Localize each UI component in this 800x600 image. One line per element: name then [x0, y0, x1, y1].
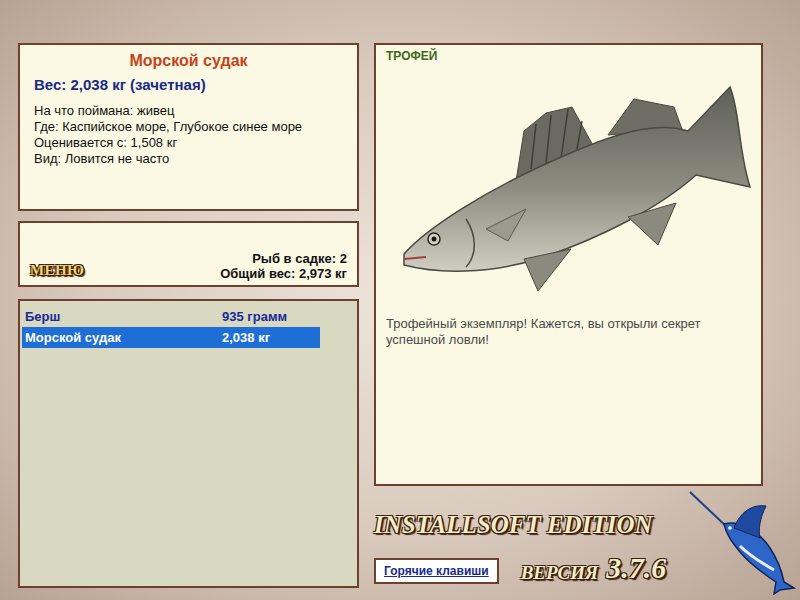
bottom-row: Горячие клавиши ВЕРСИЯ 3.7.6 [374, 552, 763, 584]
fish-image [396, 69, 756, 294]
fish-detail: Оценивается с: 1,508 кг [34, 135, 357, 151]
keepnet-count: Рыб в садке: 2 [220, 251, 347, 266]
catch-list-panel: Берш935 граммМорской судак2,038 кг [18, 299, 359, 588]
fish-info-panel: Морской судакВес: 2,038 кг (зачетная) На … [18, 43, 359, 211]
fish-weight: Вес: 2,038 кг (зачетная) [20, 74, 357, 97]
fish-detail: Где: Каспийское море, Глубокое синее мор… [34, 119, 357, 135]
fish-details: На что поймана: живецГде: Каспийское мор… [20, 103, 357, 167]
keepnet-total: Общий вес: 2,973 кг [220, 266, 347, 281]
catch-row[interactable]: Морской судак2,038 кг [22, 327, 320, 348]
fish-detail: Вид: Ловится не часто [34, 151, 357, 167]
fish-name: Морской судак [20, 49, 357, 73]
trophy-panel: ТРОФЕЙ Трофейный экземпляр! Кажется, вы о… [374, 43, 763, 486]
catch-row[interactable]: Берш935 грамм [22, 306, 320, 327]
edition-title: INSTALLSOFT EDITION [374, 510, 763, 540]
left-column: Морской судакВес: 2,038 кг (зачетная)На … [18, 43, 359, 600]
menu-button[interactable]: МЕНЮ [30, 259, 84, 282]
hotkeys-button[interactable]: Горячие клавиши [374, 558, 499, 584]
catch-name: Морской судак [22, 328, 222, 348]
trophy-message: Трофейный экземпляр! Кажется, вы открыли… [386, 316, 746, 348]
fish-detail: На что поймана: живец [34, 103, 357, 119]
trophy-badge: ТРОФЕЙ [386, 47, 751, 65]
catch-weight: 935 грамм [222, 307, 287, 327]
catch-screen: Морской судакВес: 2,038 кг (зачетная)На … [0, 0, 800, 600]
catch-name: Берш [22, 307, 222, 327]
version-label: ВЕРСИЯ [521, 562, 599, 584]
right-column: ТРОФЕЙ Трофейный экземпляр! Кажется, вы о… [374, 43, 763, 600]
marlin-logo-icon [688, 490, 796, 595]
version-number: 3.7.6 [606, 552, 666, 584]
keepnet-panel: МЕНЮ Рыб в садке: 2Общий вес: 2,973 кг [18, 221, 359, 287]
catch-weight: 2,038 кг [222, 328, 270, 348]
keepnet-summary: Рыб в садке: 2Общий вес: 2,973 кг [220, 251, 347, 281]
fish-image-frame [396, 69, 751, 294]
